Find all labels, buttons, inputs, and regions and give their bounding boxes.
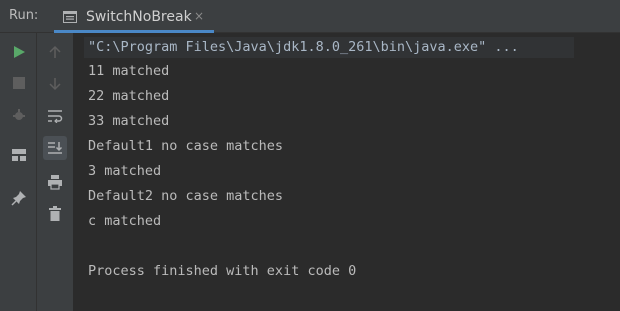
stop-icon[interactable]	[7, 71, 31, 95]
run-actions-toolbar	[0, 33, 37, 311]
console-line: 33 matched	[88, 113, 170, 129]
console-line: 22 matched	[88, 88, 170, 104]
arrow-down-icon[interactable]	[43, 72, 67, 96]
console-line: Default2 no case matches	[88, 188, 284, 204]
print-icon[interactable]	[43, 170, 67, 194]
exit-status-line: Process finished with exit code 0	[88, 263, 357, 279]
close-icon[interactable]: ×	[194, 9, 204, 23]
tab-title: SwitchNoBreak	[86, 8, 192, 25]
console-line: 11 matched	[88, 63, 170, 79]
console-line: Default1 no case matches	[88, 138, 284, 154]
rerun-failed-icon[interactable]	[7, 103, 31, 127]
console-tab-icon	[62, 9, 78, 25]
scroll-to-end-icon[interactable]	[43, 136, 67, 160]
run-icon[interactable]	[7, 40, 31, 64]
pin-icon[interactable]	[7, 186, 31, 210]
soft-wrap-icon[interactable]	[43, 104, 67, 128]
run-tool-window-header: Run: SwitchNoBreak ×	[0, 0, 620, 33]
console-actions-toolbar	[37, 33, 74, 311]
tab-switchnobreak[interactable]: SwitchNoBreak ×	[54, 0, 214, 33]
run-label: Run:	[9, 8, 39, 23]
trash-icon[interactable]	[43, 202, 67, 226]
command-line: "C:\Program Files\Java\jdk1.8.0_261\bin\…	[84, 37, 574, 58]
console-output[interactable]: "C:\Program Files\Java\jdk1.8.0_261\bin\…	[75, 33, 620, 311]
arrow-up-icon[interactable]	[43, 40, 67, 64]
console-line: c matched	[88, 213, 162, 229]
layout-icon[interactable]	[7, 143, 31, 167]
console-line: 3 matched	[88, 163, 162, 179]
